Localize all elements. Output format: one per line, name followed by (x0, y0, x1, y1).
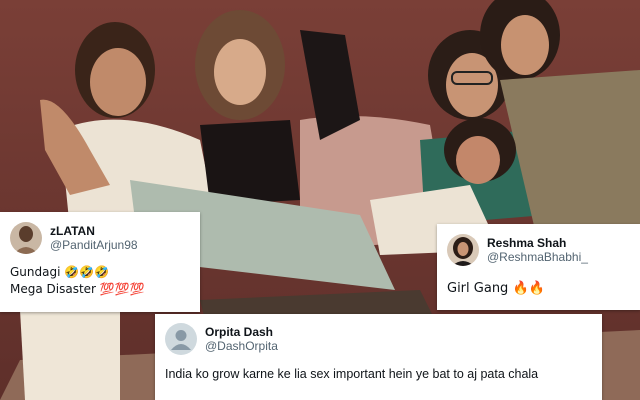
tweet-text: India ko grow karne ke lia sex important… (165, 367, 539, 381)
default-person-icon (165, 323, 197, 355)
tweet-card[interactable]: Reshma Shah @ReshmaBhabhi_ Girl Gang 🔥🔥 (437, 224, 640, 310)
tweet-header: Orpita Dash @DashOrpita (165, 323, 592, 355)
photo-avatar-icon (10, 222, 42, 254)
user-handle[interactable]: @ReshmaBhabhi_ (487, 250, 588, 264)
user-avatar[interactable] (165, 323, 197, 355)
tweet-text: Gundagi 🤣🤣🤣 Mega Disaster 💯💯💯 (10, 264, 190, 299)
tweet-card[interactable]: Orpita Dash @DashOrpita India ko grow ka… (155, 314, 602, 400)
tweet-header: zLATAN @PanditArjun98 (10, 222, 190, 254)
user-handle[interactable]: @DashOrpita (205, 339, 278, 353)
display-name[interactable]: Orpita Dash (205, 325, 278, 339)
tweet-line: Mega Disaster 💯💯💯 (10, 282, 145, 297)
tweet-header: Reshma Shah @ReshmaBhabhi_ (447, 234, 630, 266)
photo-avatar-icon (447, 234, 479, 266)
tweet-card[interactable]: zLATAN @PanditArjun98 Gundagi 🤣🤣🤣 Mega D… (0, 212, 200, 312)
tweet-line: Gundagi 🤣🤣🤣 (10, 265, 110, 279)
tweet-text: Girl Gang 🔥🔥 (447, 281, 545, 296)
user-avatar[interactable] (447, 234, 479, 266)
display-name[interactable]: zLATAN (50, 224, 138, 238)
display-name[interactable]: Reshma Shah (487, 236, 588, 250)
user-avatar[interactable] (10, 222, 42, 254)
user-handle[interactable]: @PanditArjun98 (50, 238, 138, 252)
